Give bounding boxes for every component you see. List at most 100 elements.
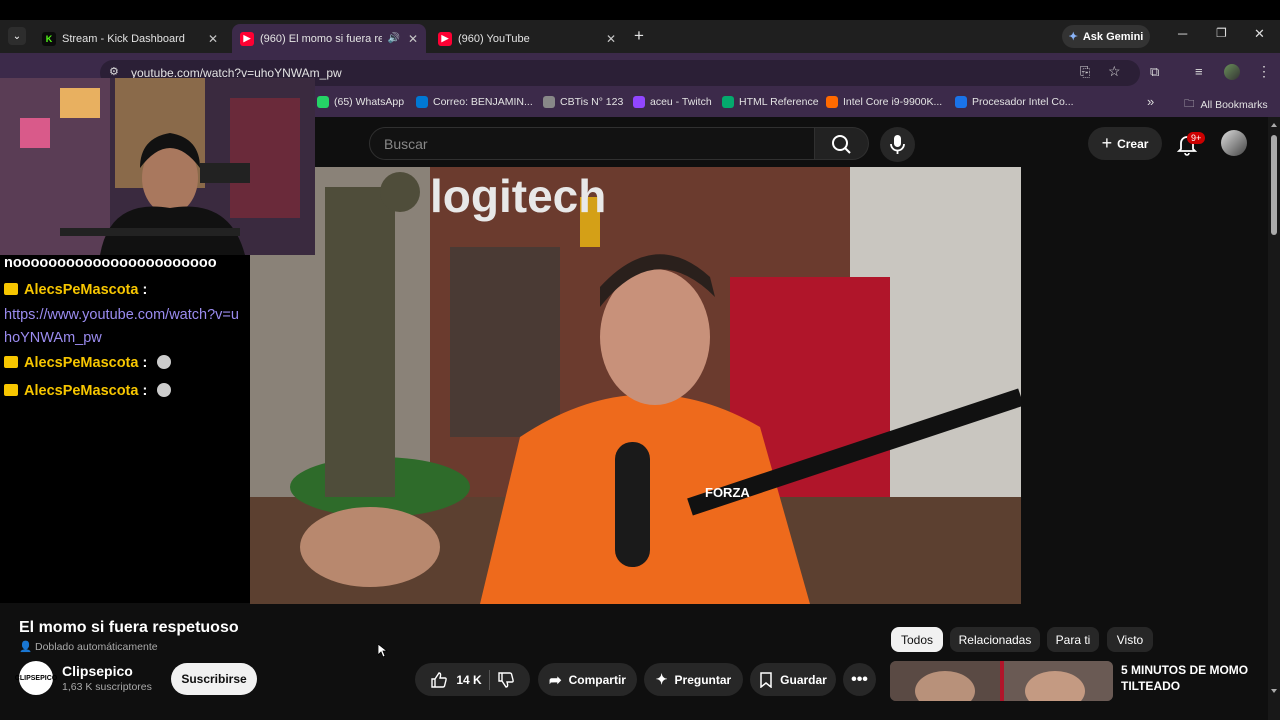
recommended-thumbnail[interactable] [890, 661, 1113, 701]
channel-logo-text: CLIPSEPICO [14, 674, 58, 682]
close-icon[interactable]: ✕ [408, 32, 418, 46]
all-bookmarks-folder[interactable]: 🗀 All Bookmarks [1184, 96, 1268, 114]
bookmark-favicon-icon [633, 96, 645, 108]
thumbs-down-icon[interactable] [497, 671, 515, 689]
chat-message: https://www.youtube.com/watch?v=uhoYNWAm… [4, 304, 239, 350]
ask-gemini-button[interactable]: ✦ Ask Gemini [1062, 25, 1150, 48]
chip-todos[interactable]: Todos [891, 627, 943, 652]
tab-search-dropdown[interactable]: ⌄ [8, 27, 26, 45]
site-info-icon[interactable]: ⚙ [109, 65, 119, 78]
all-bookmarks-label: All Bookmarks [1200, 99, 1268, 111]
chat-separator: : [138, 383, 148, 399]
create-button[interactable]: + Crear [1088, 127, 1162, 160]
microphone-icon [890, 135, 905, 154]
like-dislike-group: 14 K [415, 663, 530, 696]
minimize-button[interactable]: ─ [1178, 26, 1187, 41]
bookmark-label: (65) WhatsApp [334, 96, 405, 108]
chat-separator: : [138, 355, 148, 371]
ask-label: Preguntar [674, 672, 732, 687]
scroll-down-arrow[interactable] [1271, 689, 1277, 693]
stream-chat: nooooooooooooooooooooooo AlecsPeMascota … [0, 255, 250, 603]
search-box[interactable]: Buscar [369, 127, 815, 160]
like-count: 14 K [456, 672, 482, 687]
bookmark-item[interactable]: HTML Reference [722, 96, 819, 108]
webcam-frame [0, 78, 315, 255]
bookmark-favicon-icon [722, 96, 734, 108]
dub-person-icon: 👤 [19, 641, 33, 653]
emote-icon [157, 355, 172, 369]
search-input[interactable]: Buscar [384, 136, 428, 152]
chat-username: AlecsPeMascota [24, 383, 139, 399]
folder-icon: 🗀 [1184, 98, 1195, 110]
thumbs-up-icon [431, 671, 448, 688]
ask-gemini-label: Ask Gemini [1082, 30, 1144, 43]
chat-username: AlecsPeMascota [24, 282, 139, 298]
logitech-logo-text: logitech [430, 170, 606, 222]
bookmark-item[interactable]: (65) WhatsApp [317, 96, 404, 108]
page-scrollbar[interactable] [1268, 117, 1280, 720]
tab-youtube-video[interactable]: ▶ (960) El momo si fuera respe 🔊 ✕ [232, 24, 426, 53]
more-actions-button[interactable]: ••• [843, 663, 876, 696]
chat-message: AlecsPeMascota : [4, 282, 147, 298]
chip-relacionadas[interactable]: Relacionadas [950, 627, 1040, 652]
scroll-up-arrow[interactable] [1271, 123, 1277, 127]
ask-button[interactable]: ✦ Preguntar [644, 663, 743, 696]
channel-subscribers: 1,63 K suscriptores [62, 681, 152, 693]
recommended-title[interactable]: 5 MINUTOS DE MOMO TILTEADO [1121, 662, 1261, 694]
channel-avatar[interactable]: CLIPSEPICO [15, 661, 57, 695]
crown-badge-icon [4, 283, 18, 295]
chip-para-ti[interactable]: Para ti [1047, 627, 1099, 652]
bookmark-label: Intel Core i9-9900K... [843, 96, 943, 108]
tab-title: (960) YouTube [458, 32, 530, 45]
like-divider [488, 669, 490, 690]
bookmark-icon [760, 671, 772, 688]
profile-avatar[interactable] [1224, 64, 1240, 80]
star-icon[interactable]: ☆ [1108, 63, 1121, 80]
new-tab-button[interactable]: + [634, 26, 644, 46]
chip-visto[interactable]: Visto [1107, 627, 1153, 652]
account-avatar[interactable] [1221, 130, 1247, 156]
bookmark-item[interactable]: aceu - Twitch [633, 96, 712, 108]
extensions-icon[interactable]: ⧉ [1150, 64, 1159, 80]
bookmark-item[interactable]: Correo: BENJAMIN... [416, 96, 533, 108]
video-player[interactable]: logitech FORZA [250, 167, 1021, 604]
share-button[interactable]: ➦ Compartir [538, 663, 637, 696]
tab-youtube-home[interactable]: ▶ (960) YouTube ✕ [430, 24, 624, 53]
top-strip [0, 0, 1280, 20]
chat-message: AlecsPeMascota : [4, 383, 172, 399]
voice-search-button[interactable] [880, 127, 915, 162]
media-control-icon[interactable]: ≡ [1195, 64, 1203, 79]
video-title: El momo si fuera respetuoso [19, 619, 239, 636]
mouse-cursor [378, 644, 388, 658]
like-button[interactable]: 14 K [430, 671, 482, 689]
browser-menu-icon[interactable]: ⋮ [1257, 63, 1271, 80]
bookmark-favicon-icon [543, 96, 555, 108]
search-button[interactable] [815, 127, 869, 160]
chat-separator: : [138, 282, 148, 298]
save-label: Guardar [780, 672, 827, 687]
bookmark-label: CBTis N° 123 [560, 96, 624, 108]
kick-icon: K [42, 31, 56, 46]
close-icon[interactable]: ✕ [208, 32, 218, 46]
restore-button[interactable]: ❐ [1216, 26, 1227, 40]
chat-username: AlecsPeMascota [24, 355, 139, 371]
crown-badge-icon [4, 356, 18, 368]
subscribe-button[interactable]: Suscribirse [171, 663, 257, 695]
search-icon [832, 135, 851, 154]
bookmarks-more-button[interactable]: » [1147, 94, 1154, 109]
chat-link[interactable]: https://www.youtube.com/watch?v=uhoYNWAm… [4, 307, 239, 346]
scrollbar-thumb[interactable] [1271, 135, 1277, 235]
bookmark-item[interactable]: CBTis N° 123 [543, 96, 623, 108]
bookmark-item[interactable]: Intel Core i9-9900K... [826, 96, 942, 108]
chat-text: nooooooooooooooooooooooo [4, 255, 217, 271]
emote-icon [157, 383, 172, 397]
cursor-arrow-icon [378, 644, 388, 658]
close-window-button[interactable]: ✕ [1254, 26, 1265, 42]
save-button[interactable]: Guardar [750, 663, 836, 696]
channel-name[interactable]: Clipsepico [62, 663, 133, 679]
speaker-icon[interactable]: 🔊 [388, 33, 400, 44]
install-app-icon[interactable]: ⎘ [1080, 64, 1090, 80]
close-icon[interactable]: ✕ [606, 32, 616, 46]
tab-kick-dashboard[interactable]: K Stream - Kick Dashboard ✕ [34, 24, 226, 53]
bookmark-item[interactable]: Procesador Intel Co... [955, 96, 1074, 108]
